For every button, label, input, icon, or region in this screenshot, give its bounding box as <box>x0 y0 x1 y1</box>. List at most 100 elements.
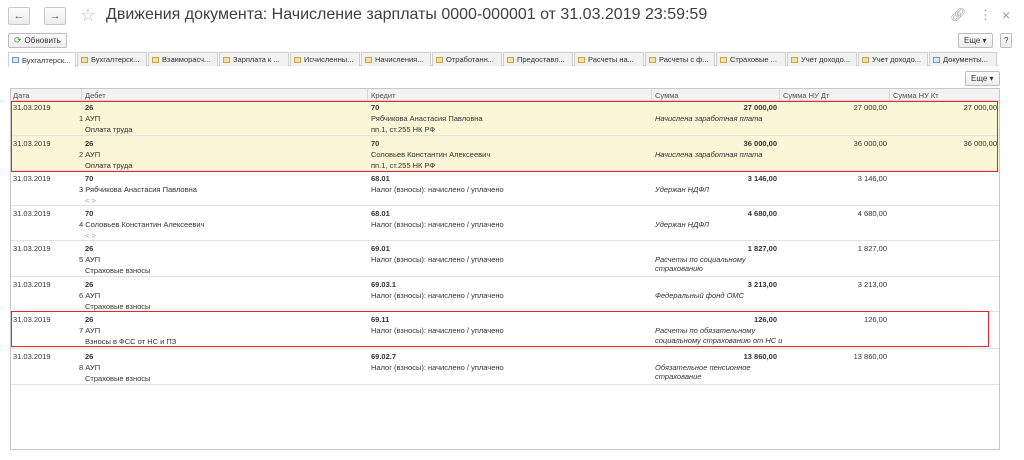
row-debit-account: 26 <box>85 244 94 253</box>
row-debit-subconto: 6 АУП <box>79 291 101 300</box>
row-date: 31.03.2019 <box>13 352 51 361</box>
row-debit-subconto: Страховые взносы <box>85 266 151 275</box>
row-sum: 3 213,00 <box>747 280 777 289</box>
col-sum[interactable]: Сумма <box>655 91 679 100</box>
row-date: 31.03.2019 <box>13 174 51 183</box>
row-debit-account: 70 <box>85 209 94 218</box>
tab-register[interactable]: Исчисленны... <box>290 52 360 66</box>
tab-register[interactable]: Отработанн... <box>432 52 502 66</box>
row-debit-subconto: Страховые взносы <box>85 374 151 383</box>
forward-arrow-icon[interactable]: → <box>44 7 66 25</box>
help-button[interactable]: ? <box>1000 33 1013 48</box>
title-bar: ← → ☆ Движения документа: Начисление зар… <box>0 0 1024 32</box>
col-date[interactable]: Дата <box>13 91 30 100</box>
row-credit-account: 69.02.7 <box>371 352 397 361</box>
tab-register[interactable]: Зарплата к ... <box>219 52 289 66</box>
table-row[interactable]: 31.03.2019 70 3 Рябчикова Анастасия Павл… <box>11 171 999 206</box>
highlight-frame <box>11 311 989 347</box>
row-sum: 3 146,00 <box>747 174 777 183</box>
tab-register[interactable]: Взаиморасч... <box>148 52 218 66</box>
row-debit-subconto: 3 Рябчикова Анастасия Павловна <box>79 185 197 194</box>
col-credit[interactable]: Кредит <box>371 91 396 100</box>
register-icon <box>507 56 514 63</box>
tab-register[interactable]: Бухгалтерск... <box>8 52 76 67</box>
more-button[interactable]: Еще ▾ <box>958 33 993 48</box>
row-debit-subconto: < > <box>85 231 96 240</box>
row-credit-account: 68.01 <box>371 209 390 218</box>
row-comment: страхование <box>655 372 702 381</box>
register-icon <box>862 56 869 63</box>
tab-register[interactable]: Предоставл... <box>503 52 573 66</box>
register-icon <box>791 56 798 63</box>
row-comment: страхованию <box>655 264 703 273</box>
row-debit-account: 70 <box>85 174 94 183</box>
register-icon <box>12 57 19 63</box>
table-row[interactable]: 31.03.2019 26 5 АУП Страховые взносы 69.… <box>11 241 999 277</box>
register-icon <box>436 56 443 63</box>
row-credit-account: 69.03.1 <box>371 280 397 289</box>
tab-register[interactable]: Страховые ... <box>716 52 786 66</box>
window-title: Движения документа: Начисление зарплаты … <box>106 6 708 23</box>
row-sum: 13 860,00 <box>743 352 777 361</box>
col-debit[interactable]: Дебет <box>85 91 106 100</box>
register-icon <box>933 56 940 63</box>
table-row[interactable]: 31.03.2019 26 8 АУП Страховые взносы 69.… <box>11 349 999 385</box>
table-row[interactable]: 31.03.2019 70 4 Соловьев Константин Алек… <box>11 206 999 241</box>
tab-register[interactable]: Документы... <box>929 52 997 66</box>
row-credit-subconto: Налог (взносы): начислено / уплачено <box>371 220 504 229</box>
register-icon <box>649 56 656 63</box>
register-icon <box>81 56 88 63</box>
tab-register[interactable]: Расчеты на... <box>574 52 644 66</box>
row-debit-account: 26 <box>85 280 94 289</box>
favorite-star-icon[interactable]: ☆ <box>80 4 96 26</box>
row-debit-subconto: 4 Соловьев Константин Алексеевич <box>79 220 205 229</box>
row-credit-subconto: Налог (взносы): начислено / уплачено <box>371 291 504 300</box>
col-sum-nu-kt[interactable]: Сумма НУ Кт <box>893 91 939 100</box>
register-tabs: Бухгалтерск... Бухгалтерск... Взаиморасч… <box>8 52 998 67</box>
register-icon <box>720 56 727 63</box>
register-icon <box>365 56 372 63</box>
refresh-label: Обновить <box>24 36 61 45</box>
row-sum-nu-dt: 13 860,00 <box>853 352 887 361</box>
tab-register[interactable]: Расчеты с ф... <box>645 52 715 66</box>
refresh-button[interactable]: ⟳ Обновить <box>8 33 67 48</box>
row-comment: Удержан НДФЛ <box>655 220 710 229</box>
row-sum: 4 680,00 <box>747 209 777 218</box>
tab-register[interactable]: Бухгалтерск... <box>77 52 147 66</box>
register-icon <box>294 56 301 63</box>
row-debit-account: 26 <box>85 352 94 361</box>
tab-register[interactable]: Учет доходо... <box>787 52 857 66</box>
row-credit-subconto: Налог (взносы): начислено / уплачено <box>371 255 504 264</box>
row-sum-nu-dt: 3 213,00 <box>857 280 887 289</box>
row-sum: 1 827,00 <box>747 244 777 253</box>
col-sum-nu-dt[interactable]: Сумма НУ Дт <box>783 91 829 100</box>
link-icon[interactable]: 🔗︎ <box>950 7 967 23</box>
row-credit-subconto: Налог (взносы): начислено / уплачено <box>371 363 504 372</box>
register-icon <box>152 56 159 63</box>
row-debit-subconto: < > <box>85 196 96 205</box>
row-credit-account: 69.01 <box>371 244 390 253</box>
row-sum-nu-dt: 4 680,00 <box>857 209 887 218</box>
row-sum-nu-dt: 3 146,00 <box>857 174 887 183</box>
row-comment: Удержан НДФЛ <box>655 185 710 194</box>
more-vertical-icon[interactable]: ⋮ <box>979 7 992 23</box>
grid-more-button[interactable]: Еще ▾ <box>965 71 1000 86</box>
table-row[interactable]: 31.03.2019 26 6 АУП Страховые взносы 69.… <box>11 277 999 312</box>
tab-register[interactable]: Учет доходо... <box>858 52 928 66</box>
row-date: 31.03.2019 <box>13 244 51 253</box>
row-debit-subconto: 8 АУП <box>79 363 101 372</box>
tab-register[interactable]: Начисления... <box>361 52 431 66</box>
register-icon <box>223 56 230 63</box>
row-credit-subconto: Налог (взносы): начислено / уплачено <box>371 185 504 194</box>
row-date: 31.03.2019 <box>13 209 51 218</box>
back-arrow-icon[interactable]: ← <box>8 7 30 25</box>
row-sum-nu-dt: 1 827,00 <box>857 244 887 253</box>
row-date: 31.03.2019 <box>13 280 51 289</box>
register-icon <box>578 56 585 63</box>
refresh-icon: ⟳ <box>14 35 22 45</box>
table-header: Дата Дебет Кредит Сумма Сумма НУ Дт Сумм… <box>11 89 999 101</box>
row-debit-subconto: 5 АУП <box>79 255 101 264</box>
row-comment: Федеральный фонд ОМС <box>655 291 745 300</box>
close-icon[interactable]: × <box>1002 7 1010 23</box>
row-credit-account: 68.01 <box>371 174 390 183</box>
